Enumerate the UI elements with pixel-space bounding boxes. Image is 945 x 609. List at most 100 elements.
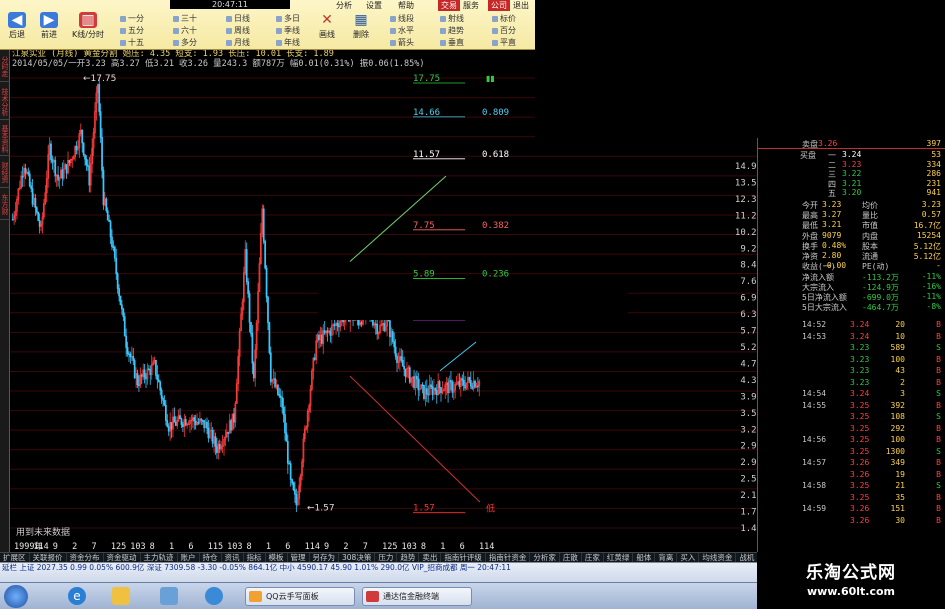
- indicator-tab[interactable]: 资金驱动: [104, 553, 141, 562]
- indicator-tab[interactable]: 资讯: [222, 553, 244, 562]
- kline-candle: [311, 368, 313, 391]
- period-week[interactable]: 周线: [226, 25, 250, 36]
- menu-company[interactable]: 公司: [488, 0, 510, 11]
- indicator-tab[interactable]: 关联报价: [30, 553, 67, 562]
- period-15min[interactable]: 十五: [120, 37, 144, 48]
- y-axis-tick: 11.22: [735, 211, 757, 221]
- tick-volume: 589: [890, 343, 905, 352]
- indicator-tab[interactable]: 背离: [655, 553, 678, 562]
- tool-horizontal[interactable]: 水平: [390, 25, 414, 36]
- period-1min[interactable]: 一分: [120, 13, 144, 24]
- vtab-eastmoney[interactable]: 东方财富: [0, 190, 10, 220]
- tool-segment[interactable]: 线段: [390, 13, 414, 24]
- kline-candle: [298, 477, 301, 506]
- kline-candle: [265, 265, 268, 303]
- indicator-tab[interactable]: 红黄绿: [604, 553, 634, 562]
- indicator-tab[interactable]: 指标: [244, 553, 266, 562]
- indicator-tab[interactable]: 另存为: [310, 553, 339, 562]
- tick-price: 3.23: [850, 343, 870, 352]
- kline-toggle-button[interactable]: ▥ K线/分时: [68, 12, 108, 40]
- vtab-intraday[interactable]: 分时走势: [0, 52, 10, 82]
- menu-exit[interactable]: 退出: [513, 0, 529, 11]
- period-30min[interactable]: 三十: [173, 13, 197, 24]
- period-multimin[interactable]: 多分: [173, 37, 197, 48]
- tool-price-mark[interactable]: 标价: [492, 13, 516, 24]
- period-day[interactable]: 日线: [226, 13, 250, 24]
- tool-percent[interactable]: 百分: [492, 25, 516, 36]
- delete-button[interactable]: ▦ 删除: [348, 12, 374, 40]
- indicator-tab[interactable]: 指南针资金: [486, 553, 531, 562]
- period-quarter[interactable]: 季线: [276, 25, 300, 36]
- menu-help[interactable]: 帮助: [398, 0, 414, 11]
- indicator-tab[interactable]: 庄家: [582, 553, 604, 562]
- menu-analysis[interactable]: 分析: [336, 0, 352, 11]
- task-qq-handwriting[interactable]: QQ云手写面板: [245, 587, 355, 606]
- indicator-tab[interactable]: 卖出: [419, 553, 442, 562]
- indicator-tab[interactable]: 船体: [633, 553, 656, 562]
- tool-ray[interactable]: 射线: [440, 13, 464, 24]
- kline-candle: [338, 317, 340, 338]
- explorer-icon[interactable]: [160, 587, 178, 605]
- menu-service[interactable]: 服务: [463, 0, 479, 11]
- kline-candle: [30, 182, 33, 193]
- kline-candle: [244, 240, 247, 276]
- kline-candle: [396, 353, 398, 373]
- menu-settings[interactable]: 设置: [366, 0, 382, 11]
- forward-button[interactable]: ▶ 前进: [36, 12, 62, 40]
- indicator-tab[interactable]: 持仓: [200, 553, 222, 562]
- kline-candle: [166, 414, 169, 428]
- kline-candle: [72, 155, 75, 160]
- kline-candle: [189, 416, 191, 433]
- menu-trade[interactable]: 交易: [438, 0, 460, 11]
- kline-candle: [319, 326, 322, 348]
- indicator-tab[interactable]: 战机: [736, 553, 757, 562]
- tool-flat[interactable]: 平直: [492, 37, 516, 48]
- task-tdx-terminal[interactable]: 通达信金融终端: [362, 587, 472, 606]
- indicator-tab[interactable]: 管理: [288, 553, 310, 562]
- y-axis-tick: 14.93: [735, 162, 757, 172]
- app-icon[interactable]: [205, 587, 223, 605]
- indicator-tab[interactable]: 308决策: [339, 553, 376, 562]
- indicator-tab[interactable]: 扩展区: [0, 553, 30, 562]
- indicator-tab[interactable]: 分析家: [530, 553, 560, 562]
- kline-candle: [294, 481, 296, 504]
- vtab-technical[interactable]: 技术分析: [0, 84, 10, 120]
- kline-candle: [210, 421, 213, 442]
- tool-trend[interactable]: 趋势: [440, 25, 464, 36]
- kline-candle: [384, 318, 387, 332]
- y-axis-tick: 2.96: [740, 442, 757, 452]
- kline-candle: [87, 159, 89, 171]
- kline-candle: [267, 295, 269, 330]
- back-button[interactable]: ◀ 后退: [4, 12, 30, 40]
- tool-vertical[interactable]: 垂直: [440, 37, 464, 48]
- indicator-tab[interactable]: 压力: [375, 553, 398, 562]
- vtab-fundamentals[interactable]: 基本资料: [0, 122, 10, 156]
- period-multiday[interactable]: 多日: [276, 13, 300, 24]
- kline-candle: [173, 407, 176, 423]
- period-year[interactable]: 年线: [276, 37, 300, 48]
- indicator-tab[interactable]: 账户: [178, 553, 200, 562]
- x-axis-tick: 2: [343, 542, 348, 552]
- period-5min[interactable]: 五分: [120, 25, 144, 36]
- x-axis-tick: 125: [382, 542, 397, 552]
- site-watermark: 乐淘公式网 www.60lt.com: [757, 552, 945, 609]
- indicator-tab[interactable]: 主力轨迹: [141, 553, 178, 562]
- kline-candle: [85, 155, 88, 171]
- kline-candle: [424, 380, 427, 407]
- period-60min[interactable]: 六十: [173, 25, 197, 36]
- period-month[interactable]: 月线: [226, 37, 250, 48]
- indicator-tab[interactable]: 资金分布: [67, 553, 104, 562]
- draw-line-button[interactable]: ✕ 画线: [314, 12, 340, 40]
- indicator-tab[interactable]: 买入: [677, 553, 700, 562]
- tool-arrow[interactable]: 箭头: [390, 37, 414, 48]
- paint-icon[interactable]: [112, 587, 130, 605]
- ie-icon[interactable]: e: [68, 587, 86, 605]
- indicator-tab[interactable]: 模板: [266, 553, 288, 562]
- indicator-tab[interactable]: 庄散: [560, 553, 582, 562]
- indicator-tab[interactable]: 均线资金: [699, 553, 737, 562]
- start-button[interactable]: [4, 585, 28, 608]
- indicator-tab[interactable]: 趋势: [397, 553, 420, 562]
- indicator-tab[interactable]: 指南针评级: [441, 553, 486, 562]
- site-name: 乐淘公式网: [806, 563, 896, 583]
- vtab-news[interactable]: 财经资讯: [0, 158, 10, 188]
